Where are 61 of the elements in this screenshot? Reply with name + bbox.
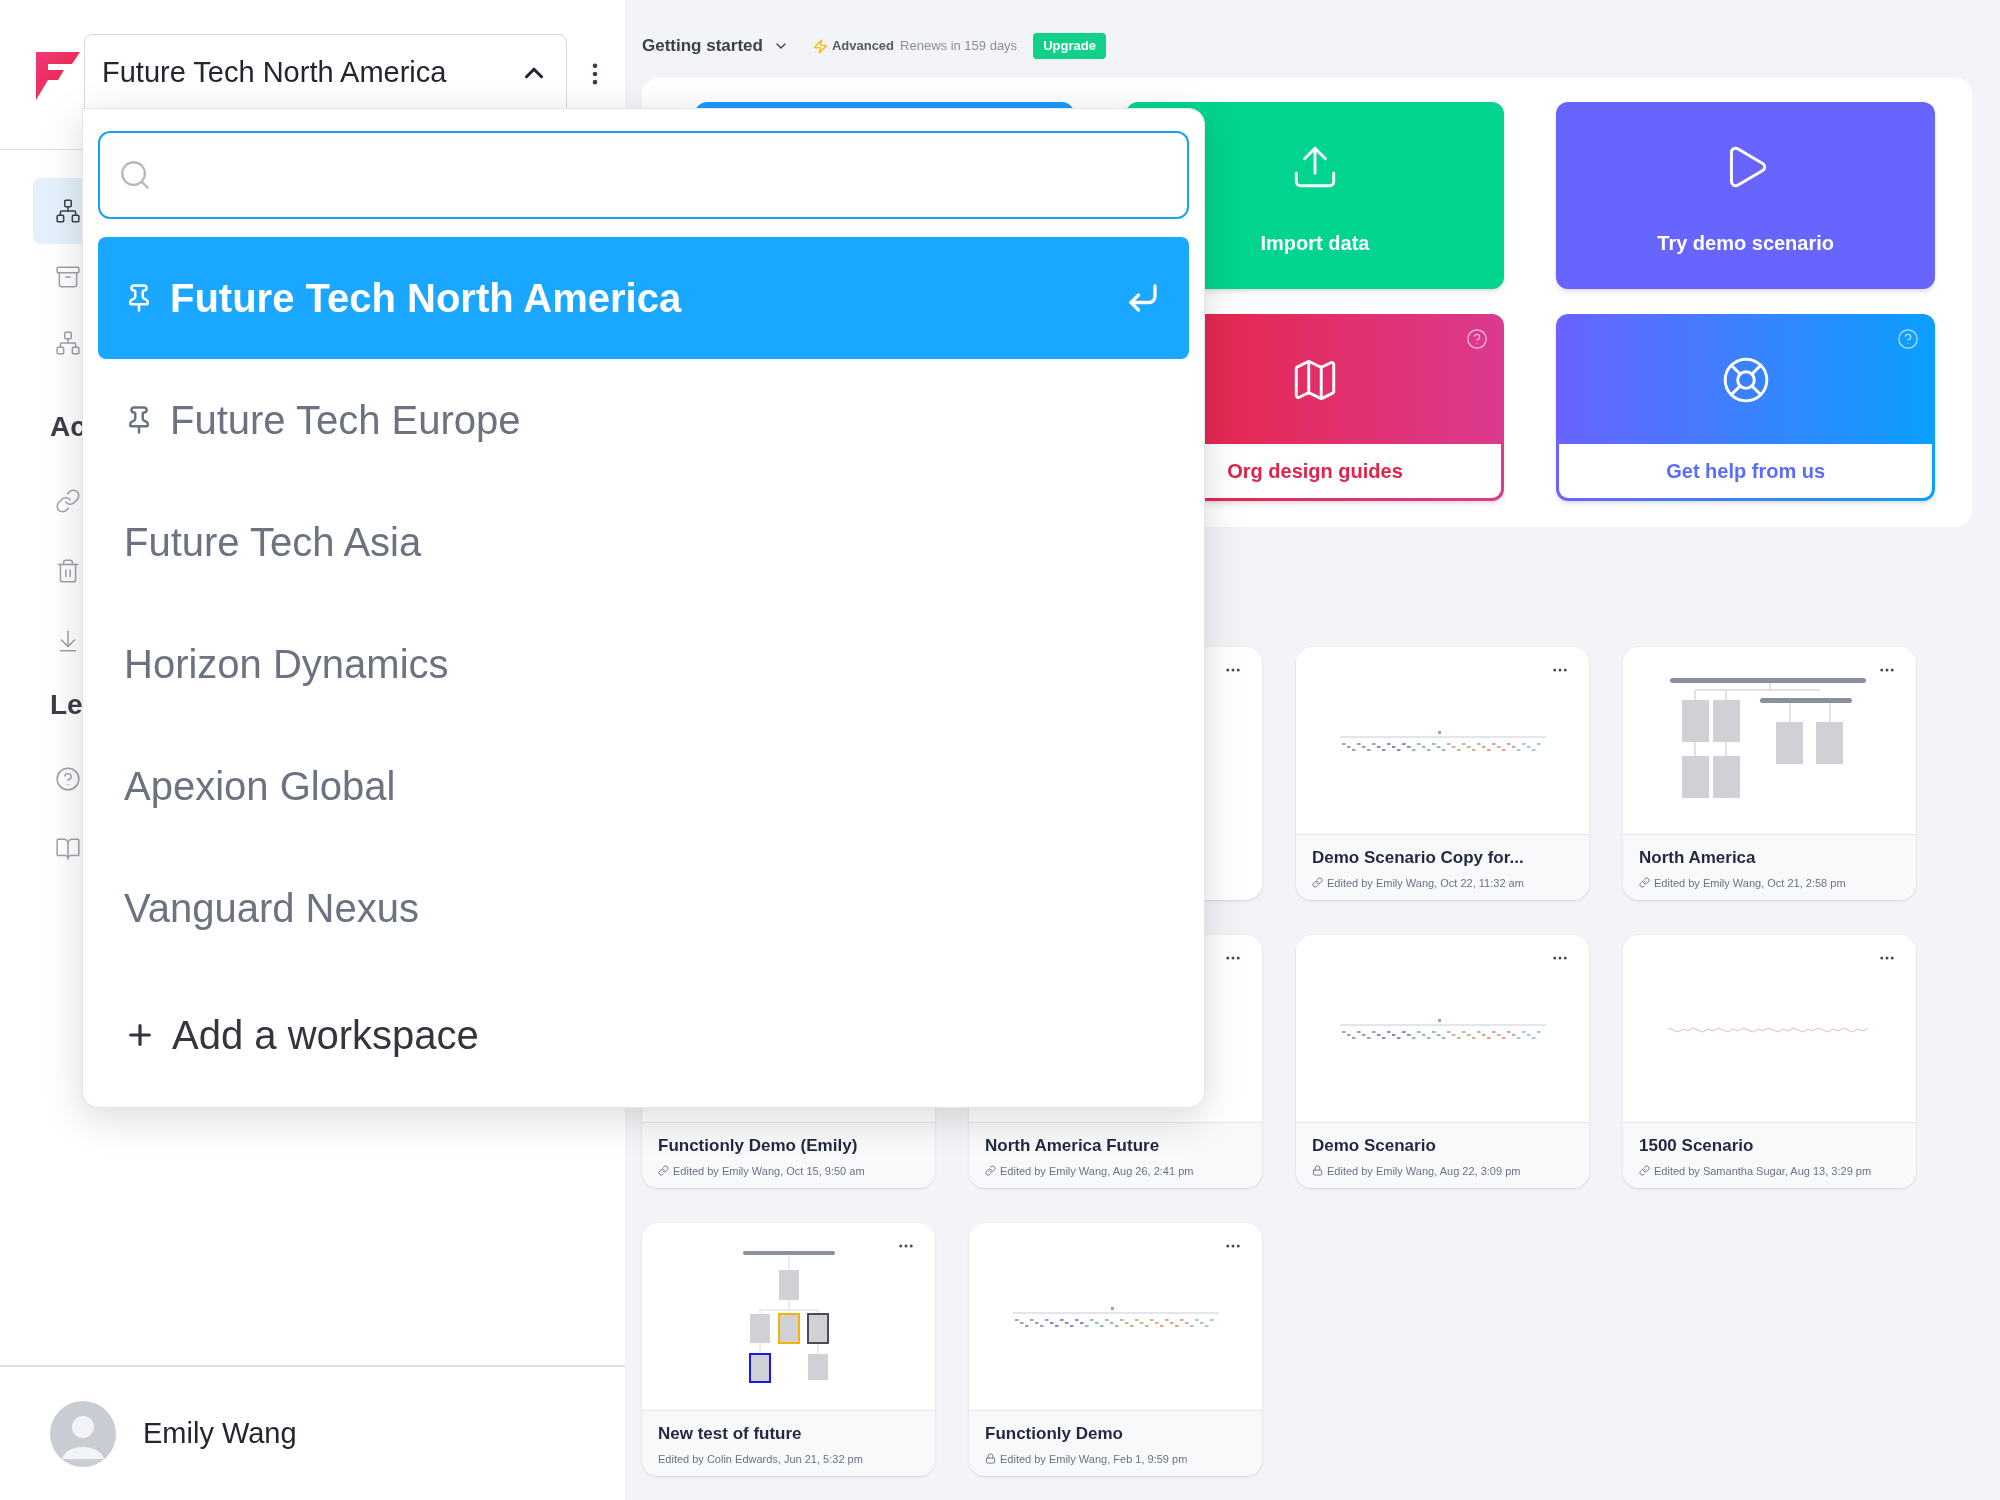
- edited-info: Edited by Colin Edwards, Jun 21, 5:32 pm: [658, 1451, 863, 1467]
- workspace-option[interactable]: Horizon Dynamics: [98, 603, 1189, 725]
- org-node: [749, 1313, 770, 1343]
- org-chart-icon: [55, 330, 81, 356]
- org-node: [1681, 755, 1709, 798]
- org-node: [778, 1269, 799, 1300]
- org-node: [1712, 755, 1740, 798]
- add-workspace-button[interactable]: Add a workspace: [98, 979, 1189, 1091]
- help-icon[interactable]: [55, 766, 81, 792]
- card-label: Try demo scenario: [1657, 231, 1835, 256]
- edited-info: Edited by Emily Wang, Aug 26, 2:41 pm: [1000, 1163, 1194, 1179]
- org-node: [1712, 699, 1740, 742]
- action-card[interactable]: Get help from us: [1556, 314, 1935, 501]
- lightning-icon: [812, 38, 828, 54]
- edited-info: Edited by Emily Wang, Feb 1, 9:59 pm: [1000, 1451, 1188, 1467]
- org-node: [1681, 699, 1709, 742]
- org-node: [1815, 721, 1843, 764]
- card-label: Get help from us: [1666, 459, 1826, 484]
- document-card[interactable]: Functionly Demo Edited by Emily Wang, Feb 1, 9:59 pm: [969, 1223, 1262, 1476]
- document-title: North America Future: [985, 1135, 1161, 1157]
- org-node: [806, 1312, 829, 1344]
- document-title: Demo Scenario Copy for...: [1312, 847, 1525, 869]
- document-card[interactable]: Demo Scenario Edited by Emily Wang, Aug 22, 3:09 pm: [1296, 935, 1589, 1188]
- document-title: New test of future: [658, 1423, 803, 1445]
- renewal-text: Renews in 159 days: [900, 37, 1018, 56]
- action-card[interactable]: Try demo scenario: [1556, 102, 1935, 289]
- org-node: [777, 1312, 800, 1344]
- archive-icon: [55, 264, 81, 290]
- org-chart-icon: [55, 198, 81, 224]
- section-heading: Le: [50, 688, 83, 722]
- workspace-option[interactable]: Apexion Global: [98, 725, 1189, 847]
- edited-info: Edited by Emily Wang, Oct 22, 11:32 am: [1327, 875, 1524, 891]
- document-title: Functionly Demo (Emily): [658, 1135, 859, 1157]
- user-name: Emily Wang: [143, 1415, 297, 1451]
- document-card[interactable]: Demo Scenario Copy for... Edited by Emily Wang, Oct 22, 11:32 am: [1296, 647, 1589, 900]
- plan-name: Advanced: [831, 37, 895, 56]
- document-title: Demo Scenario: [1312, 1135, 1437, 1157]
- search-field[interactable]: [98, 131, 1189, 219]
- edited-info: Edited by Emily Wang, Oct 15, 9:50 am: [673, 1163, 865, 1179]
- document-title: North America: [1639, 847, 1757, 869]
- book-icon[interactable]: [55, 836, 81, 862]
- org-node: [807, 1353, 828, 1380]
- document-card[interactable]: 1500 Scenario Edited by Samantha Sugar, Aug 13, 3:29 pm: [1623, 935, 1916, 1188]
- workspace-option[interactable]: Vanguard Nexus: [98, 847, 1189, 969]
- org-node: [748, 1352, 771, 1383]
- document-card[interactable]: New test of future Edited by Colin Edwards, Jun 21, 5:32 pm: [642, 1223, 935, 1476]
- document-title: Functionly Demo: [985, 1423, 1124, 1445]
- org-node: [1775, 721, 1803, 764]
- search-icon: [118, 158, 152, 192]
- edited-info: Edited by Samantha Sugar, Aug 13, 3:29 pm: [1654, 1163, 1872, 1179]
- avatar: [50, 1400, 116, 1467]
- card-label: Import data: [1260, 231, 1370, 256]
- document-card[interactable]: North America Edited by Emily Wang, Oct 21, 2:58 pm: [1623, 647, 1916, 900]
- edited-info: Edited by Emily Wang, Aug 22, 3:09 pm: [1327, 1163, 1521, 1179]
- page-title: Getting started: [642, 35, 763, 58]
- card-label: Org design guides: [1227, 459, 1403, 484]
- link-icon[interactable]: [55, 488, 81, 514]
- workspace-option[interactable]: Future Tech North America: [98, 237, 1189, 359]
- edited-info: Edited by Emily Wang, Oct 21, 2:58 pm: [1654, 875, 1846, 891]
- trash-icon[interactable]: [55, 558, 81, 584]
- document-title: 1500 Scenario: [1639, 1135, 1755, 1157]
